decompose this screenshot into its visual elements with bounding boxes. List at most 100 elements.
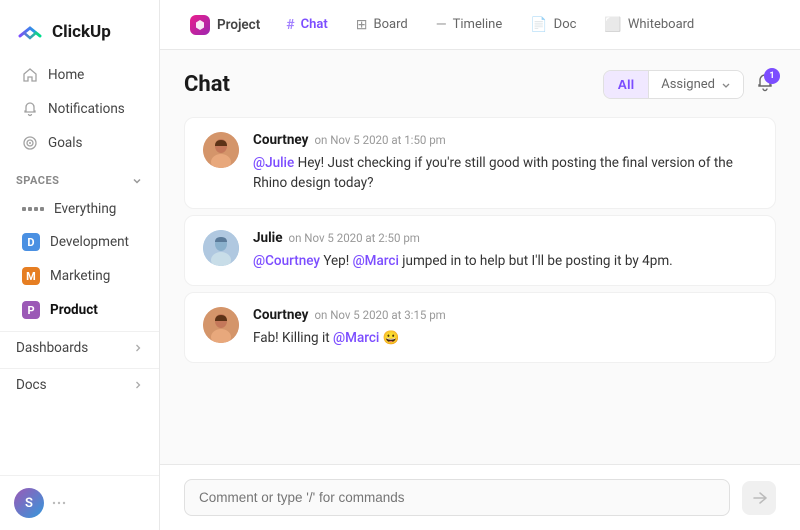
msg-header-1: Courtney on Nov 5 2020 at 1:50 pm xyxy=(253,132,757,148)
user-avatar[interactable]: S xyxy=(14,488,44,518)
sidebar-label-marketing: Marketing xyxy=(50,268,110,284)
project-nav-label: Project xyxy=(217,17,260,33)
sidebar-label-product: Product xyxy=(50,302,98,318)
sidebar-item-notifications[interactable]: Notifications xyxy=(6,93,153,125)
chat-tab-icon: # xyxy=(286,17,294,33)
doc-tab-icon: 📄 xyxy=(530,17,547,33)
page-header: Chat All Assigned 1 xyxy=(184,70,776,99)
tab-doc-label: Doc xyxy=(554,17,577,32)
sidebar: ClickUp Home Notifications Goals Spaces … xyxy=(0,0,160,530)
sidebar-label-everything: Everything xyxy=(54,201,116,217)
tab-timeline-label: Timeline xyxy=(453,17,503,32)
filter-chevron-icon xyxy=(721,80,731,90)
msg-author-1: Courtney xyxy=(253,132,308,148)
msg-header-3: Courtney on Nov 5 2020 at 3:15 pm xyxy=(253,307,757,323)
avatar-julie xyxy=(203,230,239,266)
chat-page-content: Chat All Assigned 1 xyxy=(160,50,800,464)
comment-input[interactable] xyxy=(184,479,730,516)
sidebar-item-marketing[interactable]: M Marketing xyxy=(6,260,153,292)
sidebar-label-development: Development xyxy=(50,234,129,250)
msg-content-2b: jumped in to help but I'll be posting it… xyxy=(402,253,672,269)
sidebar-item-development[interactable]: D Development xyxy=(6,226,153,258)
marketing-dot: M xyxy=(22,267,40,285)
msg-time-2: on Nov 5 2020 at 2:50 pm xyxy=(289,231,420,245)
home-icon xyxy=(22,67,38,83)
spaces-label: Spaces xyxy=(16,174,59,187)
send-icon xyxy=(750,489,768,507)
msg-text-1: @Julie Hey! Just checking if you're stil… xyxy=(253,153,757,194)
comment-box xyxy=(160,464,800,530)
clickup-logo-icon xyxy=(16,18,44,46)
board-tab-icon: ⊞ xyxy=(356,17,368,33)
msg-text-2: @Courtney Yep! @Marci jumped in to help … xyxy=(253,251,757,271)
courtney-avatar-img xyxy=(203,132,239,168)
user-initial: S xyxy=(25,496,33,511)
development-dot: D xyxy=(22,233,40,251)
logo-area: ClickUp xyxy=(0,0,159,58)
dashboards-label: Dashboards xyxy=(16,340,88,356)
everything-icon xyxy=(22,207,44,211)
chevron-down-icon xyxy=(131,175,143,187)
msg-time-1: on Nov 5 2020 at 1:50 pm xyxy=(314,133,445,147)
msg-emoji: 😀 xyxy=(383,330,400,346)
logo-text: ClickUp xyxy=(52,22,111,42)
filter-group: All Assigned xyxy=(603,70,744,99)
msg-content-2a: Yep! xyxy=(323,253,352,269)
msg-author-3: Courtney xyxy=(253,307,308,323)
filter-assigned-dropdown[interactable]: Assigned xyxy=(648,71,743,98)
sidebar-item-goals[interactable]: Goals xyxy=(6,127,153,159)
julie-avatar-img xyxy=(203,230,239,266)
avatar-courtney-2 xyxy=(203,307,239,343)
message-card: Julie on Nov 5 2020 at 2:50 pm @Courtney… xyxy=(184,215,776,286)
docs-label: Docs xyxy=(16,377,47,393)
timeline-tab-icon: — xyxy=(436,17,447,33)
notification-bell-button[interactable]: 1 xyxy=(754,72,776,98)
chevron-right-docs-icon xyxy=(133,380,143,390)
tab-whiteboard[interactable]: ⬜ Whiteboard xyxy=(592,11,706,39)
main-content: Project # Chat ⊞ Board — Timeline 📄 Doc … xyxy=(160,0,800,530)
header-right: All Assigned 1 xyxy=(603,70,776,99)
tab-doc[interactable]: 📄 Doc xyxy=(518,11,588,39)
spaces-section-header: Spaces xyxy=(0,160,159,193)
mention-marci-1: @Marci xyxy=(353,253,399,269)
message-body-3: Courtney on Nov 5 2020 at 3:15 pm Fab! K… xyxy=(253,307,757,348)
project-label: Project xyxy=(180,9,270,41)
sidebar-label-goals: Goals xyxy=(48,135,83,151)
tab-whiteboard-label: Whiteboard xyxy=(628,17,694,32)
msg-time-3: on Nov 5 2020 at 3:15 pm xyxy=(314,308,445,322)
mention-marci-2: @Marci xyxy=(333,330,379,346)
tab-chat-label: Chat xyxy=(301,17,328,32)
send-button[interactable] xyxy=(742,481,776,515)
tab-timeline[interactable]: — Timeline xyxy=(424,11,515,39)
msg-header-2: Julie on Nov 5 2020 at 2:50 pm xyxy=(253,230,757,246)
msg-content-1: Hey! Just checking if you're still good … xyxy=(253,155,733,191)
project-cube-icon xyxy=(190,15,210,35)
top-nav: Project # Chat ⊞ Board — Timeline 📄 Doc … xyxy=(160,0,800,50)
sidebar-label-notifications: Notifications xyxy=(48,101,125,117)
message-card: Courtney on Nov 5 2020 at 3:15 pm Fab! K… xyxy=(184,292,776,363)
whiteboard-tab-icon: ⬜ xyxy=(604,17,621,33)
tab-board-label: Board xyxy=(373,17,407,32)
sidebar-item-everything[interactable]: Everything xyxy=(6,194,153,224)
courtney-avatar-img-2 xyxy=(203,307,239,343)
avatar-courtney-1 xyxy=(203,132,239,168)
sidebar-bottom: S xyxy=(0,475,159,530)
sidebar-item-home[interactable]: Home xyxy=(6,59,153,91)
message-body-2: Julie on Nov 5 2020 at 2:50 pm @Courtney… xyxy=(253,230,757,271)
messages-area: Courtney on Nov 5 2020 at 1:50 pm @Julie… xyxy=(184,117,776,363)
message-card: Courtney on Nov 5 2020 at 1:50 pm @Julie… xyxy=(184,117,776,209)
chevron-right-dashboards-icon xyxy=(133,343,143,353)
sidebar-item-product[interactable]: P Product xyxy=(6,294,153,326)
sidebar-label-home: Home xyxy=(48,67,84,83)
tab-board[interactable]: ⊞ Board xyxy=(344,11,420,39)
msg-content-3a: Fab! Killing it xyxy=(253,330,333,346)
msg-text-3: Fab! Killing it @Marci 😀 xyxy=(253,328,757,348)
sidebar-item-docs[interactable]: Docs xyxy=(0,368,159,401)
sidebar-item-dashboards[interactable]: Dashboards xyxy=(0,331,159,364)
filter-all-button[interactable]: All xyxy=(604,71,649,98)
tab-chat[interactable]: # Chat xyxy=(274,11,339,39)
message-body-1: Courtney on Nov 5 2020 at 1:50 pm @Julie… xyxy=(253,132,757,194)
product-dot: P xyxy=(22,301,40,319)
mention-courtney: @Courtney xyxy=(253,253,320,269)
mention-julie: @Julie xyxy=(253,155,294,171)
